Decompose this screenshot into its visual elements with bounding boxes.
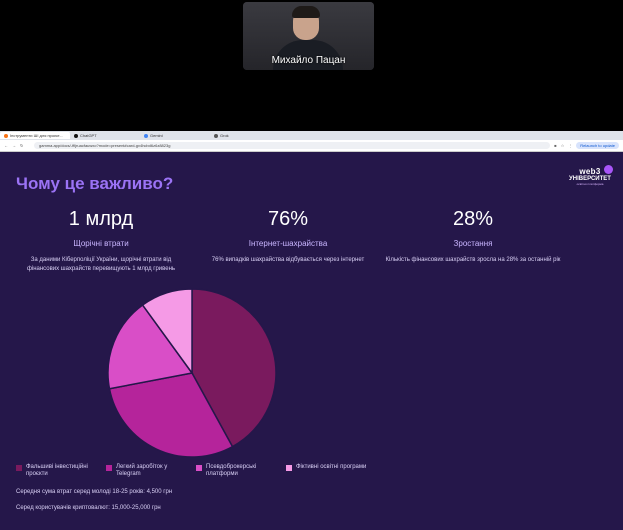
stat-value: 76%: [267, 208, 309, 230]
stat-description: Кількість фінансових шахрайств зросла на…: [385, 257, 561, 263]
stat-label: Щорічні втрати: [73, 239, 129, 248]
url-field[interactable]: gamma.app/docs/-ffijruacfauwxo?mode=pres…: [34, 142, 551, 149]
legend-item-0: Фальшиві інвестиційні проєкти: [16, 464, 102, 478]
presentation-slide: Чому це важливо? web3 УНІВЕРСИТЕТ освітн…: [0, 152, 623, 530]
tab-favicon-icon: [214, 133, 218, 138]
stat-label: Зростання: [453, 239, 493, 248]
logo-line3: освітня платформа: [576, 182, 604, 186]
stat-internet-fraud: 76% Інтернет-шахрайства 76% випадків шах…: [198, 208, 378, 265]
tab-favicon-icon: [4, 133, 8, 138]
relaunch-button[interactable]: Relaunch to update: [576, 142, 619, 149]
legend-swatch: [16, 465, 22, 471]
url-text: gamma.app/docs/-ffijruacfauwxo?mode=pres…: [39, 143, 171, 148]
tab-gemini[interactable]: Gemini: [140, 132, 210, 139]
tab-label: Інструменти ШІ для проєкт...: [10, 133, 63, 138]
tab-favicon-icon: [74, 133, 78, 138]
extensions-icon[interactable]: ■: [554, 143, 556, 148]
note-crypto-losses: Серед користувачів криптовалют: 15,000-2…: [16, 505, 161, 511]
legend-swatch: [286, 465, 292, 471]
participant-hair: [292, 6, 320, 18]
logo-mark-icon: [604, 165, 613, 174]
tab-label: ChatGPT: [80, 133, 97, 138]
stat-value: 1 млрд: [68, 208, 134, 230]
forward-icon[interactable]: →: [12, 143, 16, 148]
legend-swatch: [106, 465, 112, 471]
legend-label: Фіктивні освітні програми: [296, 464, 367, 470]
legend-label: Фальшиві інвестиційні проєкти: [26, 464, 88, 477]
video-tile: Михайло Пацан: [243, 2, 374, 70]
legend-label: Легкий заробіток у Telegram: [116, 464, 168, 477]
fraud-types-pie-chart: [107, 288, 277, 458]
tab-gamma[interactable]: Інструменти ШІ для проєкт...: [0, 132, 70, 139]
back-icon[interactable]: ←: [4, 143, 8, 148]
tab-bar: Інструменти ШІ для проєкт... ChatGPT Gem…: [0, 131, 623, 140]
reload-icon[interactable]: ↻: [20, 143, 23, 148]
bookmark-icon[interactable]: ☆: [561, 143, 565, 148]
web3-university-logo: web3 УНІВЕРСИТЕТ освітня платформа: [564, 165, 616, 189]
address-bar-row: ← → ↻ gamma.app/docs/-ffijruacfauwxo?mod…: [0, 140, 623, 152]
menu-icon[interactable]: ⋮: [568, 143, 572, 148]
note-youth-losses: Середня сума втрат серед молоді 18-25 ро…: [16, 489, 173, 495]
legend-item-2: Псевдоброкерські платформи: [196, 464, 278, 478]
stat-growth: 28% Зростання Кількість фінансових шахра…: [368, 208, 578, 265]
stat-description: 76% випадків шахрайства відбувається чер…: [211, 257, 365, 263]
participant-name: Михайло Пацан: [271, 55, 346, 66]
stat-value: 28%: [452, 208, 494, 230]
legend-swatch: [196, 465, 202, 471]
slide-title: Чому це важливо?: [16, 174, 174, 193]
legend-label: Псевдоброкерські платформи: [206, 464, 257, 477]
tab-label: Gemini: [150, 133, 163, 138]
legend-item-3: Фіктивні освітні програми: [286, 464, 386, 471]
tab-grok[interactable]: Grok: [210, 132, 280, 139]
tab-chatgpt[interactable]: ChatGPT: [70, 132, 140, 139]
browser-window: Інструменти ШІ для проєкт... ChatGPT Gem…: [0, 131, 623, 530]
stat-label: Інтернет-шахрайства: [248, 239, 328, 248]
tab-label: Grok: [220, 133, 229, 138]
stat-description: За даними Кіберполіції України, щорічні …: [26, 257, 176, 272]
nav-buttons: ← → ↻: [0, 143, 34, 148]
tab-favicon-icon: [144, 133, 148, 138]
toolbar-icons: ■ ☆ ⋮: [550, 143, 576, 148]
legend-item-1: Легкий заробіток у Telegram: [106, 464, 188, 478]
stat-annual-losses: 1 млрд Щорічні втрати За даними Кіберпол…: [26, 208, 176, 274]
